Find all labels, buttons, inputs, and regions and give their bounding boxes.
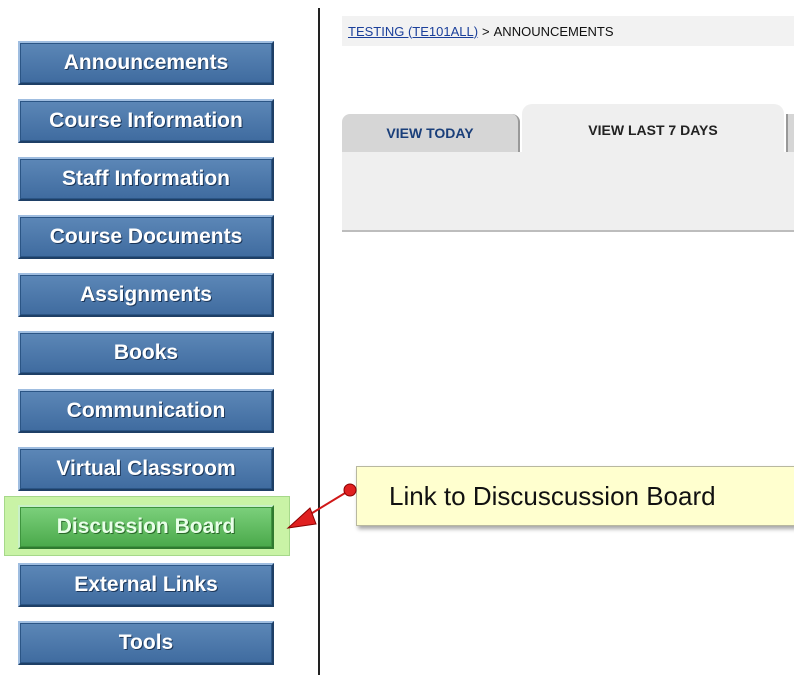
callout-pointer-arrow: [286, 483, 357, 529]
